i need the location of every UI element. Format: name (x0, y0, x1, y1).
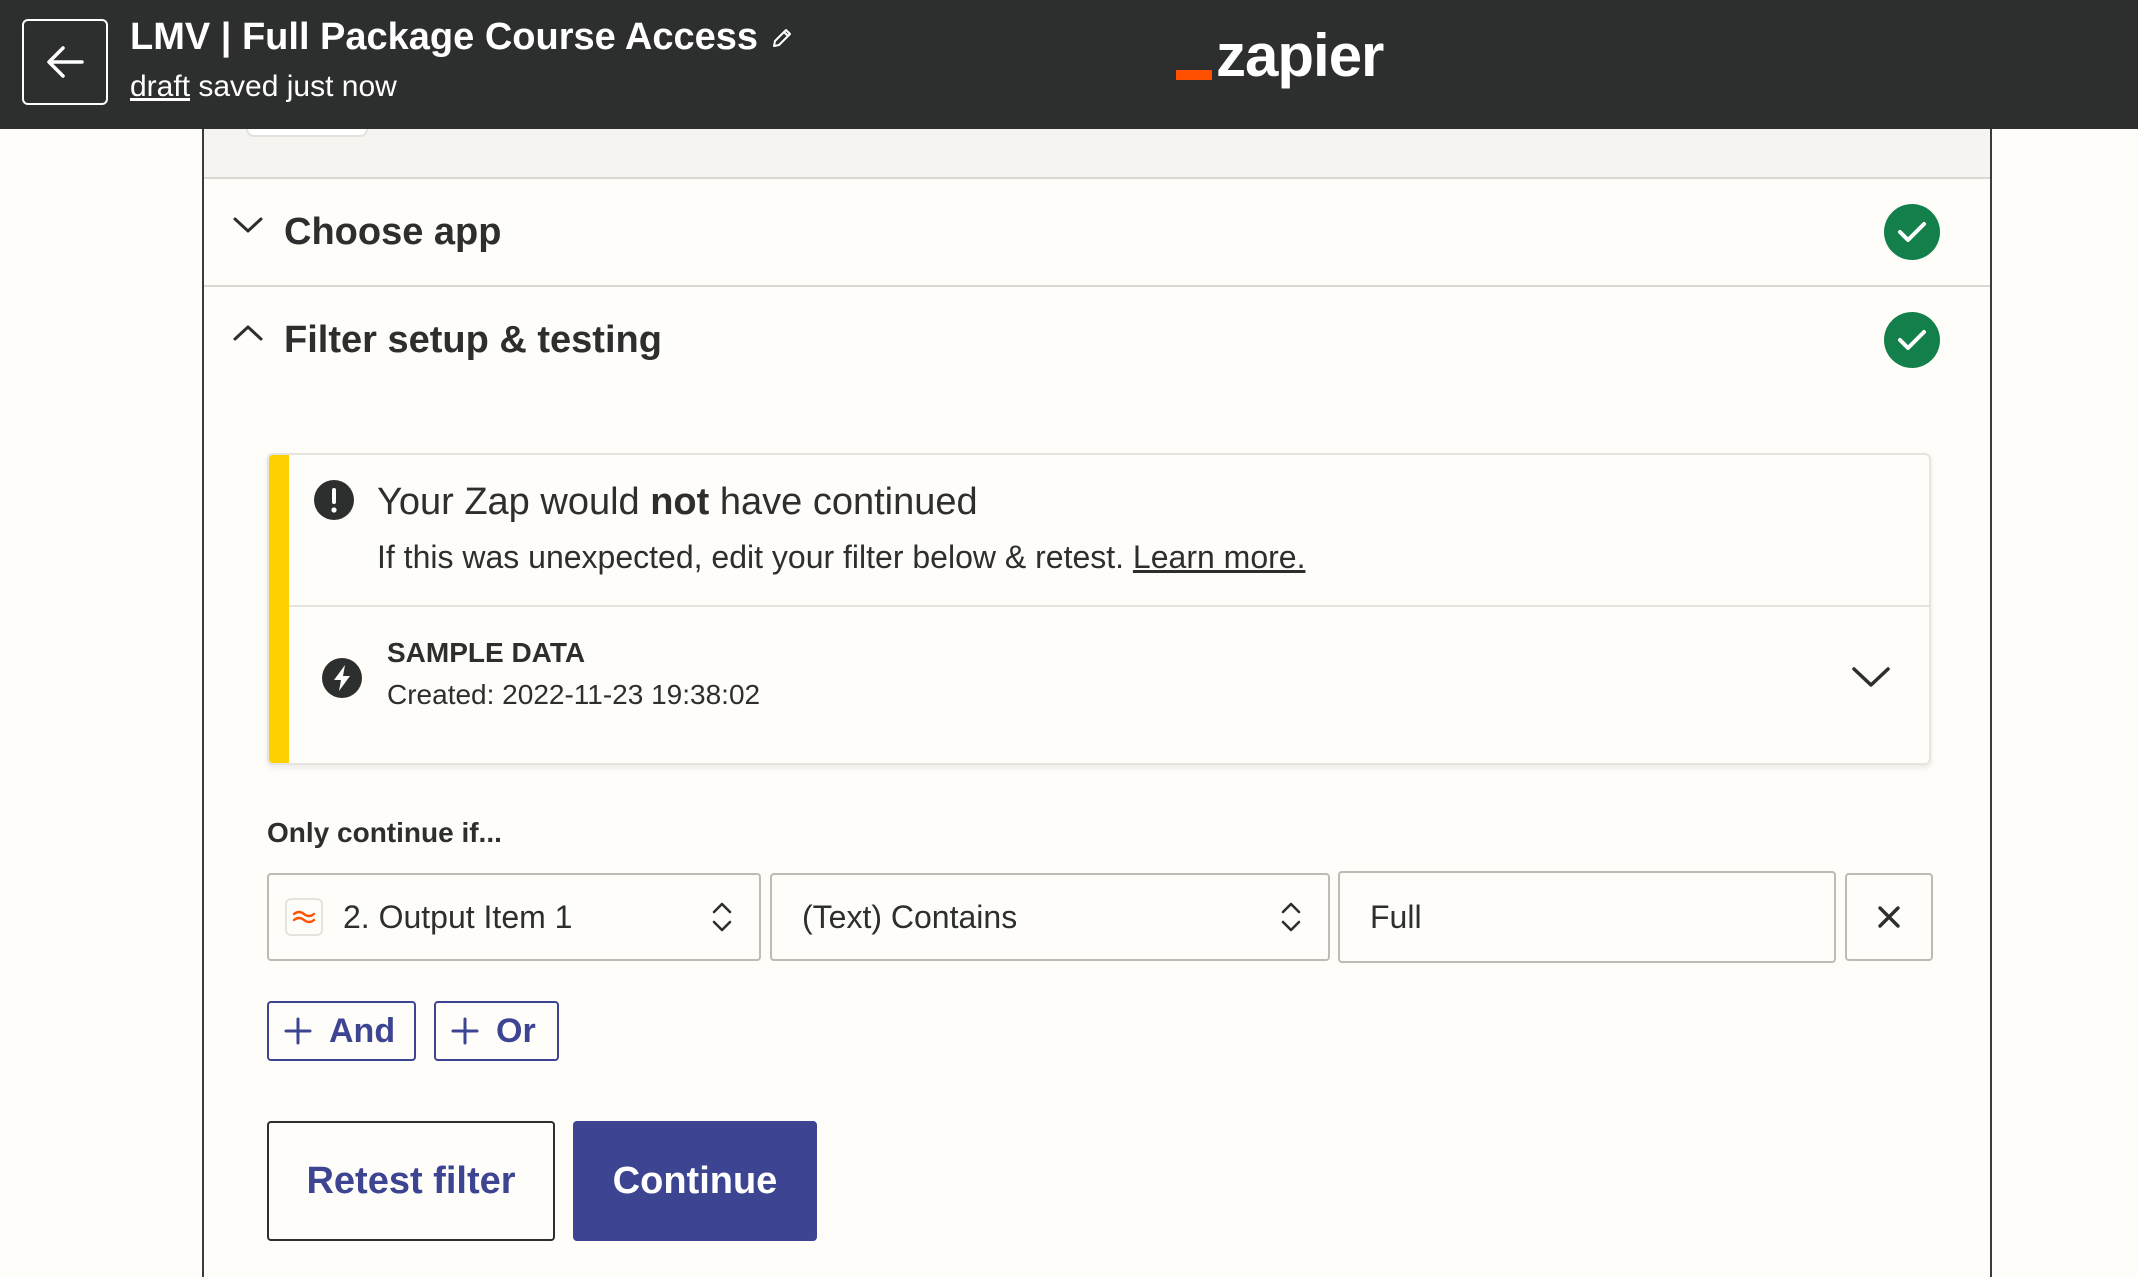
pencil-icon[interactable] (770, 26, 794, 50)
saved-status-text: saved just now (198, 70, 397, 103)
arrow-left-icon (47, 46, 84, 78)
continue-button[interactable]: Continue (573, 1121, 817, 1241)
sample-data-label: SAMPLE DATA (387, 637, 586, 668)
updown-icon (712, 902, 732, 932)
bolt-icon (322, 658, 362, 698)
zap-title[interactable]: LMV | Full Package Course Access (130, 16, 794, 59)
exclamation-icon (314, 480, 354, 520)
step-panel: Choose app Filter setup & testing Your Z… (202, 129, 1992, 1277)
plus-icon (284, 1017, 312, 1045)
learn-more-link[interactable]: Learn more. (1133, 539, 1306, 575)
alert-title-end: have continued (709, 481, 978, 523)
plus-icon (451, 1017, 479, 1045)
operator-select[interactable]: (Text) Contains (770, 873, 1330, 961)
chevron-down-icon[interactable] (1851, 665, 1891, 689)
alert-subtitle: If this was unexpected, edit your filter… (377, 539, 1305, 576)
section-choose-app[interactable]: Choose app (204, 179, 1990, 287)
close-icon (1878, 906, 1900, 928)
section-title-filter-setup: Filter setup & testing (284, 318, 662, 361)
chevron-up-icon (233, 325, 263, 341)
value-input-text: Full (1370, 898, 1422, 935)
back-button[interactable] (22, 19, 108, 105)
alert-subtitle-text: If this was unexpected, edit your filter… (377, 539, 1133, 575)
filter-result-alert: Your Zap would not have continued If thi… (267, 453, 1931, 765)
add-and-label: And (329, 1011, 396, 1050)
retest-filter-button[interactable]: Retest filter (267, 1121, 555, 1241)
chevron-down-icon (233, 217, 263, 233)
step-icon-stub (246, 129, 368, 137)
check-icon (1884, 204, 1940, 260)
value-input[interactable]: Full (1338, 871, 1836, 963)
draft-status: draft saved just now (130, 70, 397, 104)
alert-title-bold: not (650, 481, 710, 523)
section-filter-setup[interactable]: Filter setup & testing (204, 287, 1990, 393)
remove-rule-button[interactable] (1845, 873, 1933, 961)
logo-text: zapier (1216, 22, 1384, 89)
check-icon (1884, 312, 1940, 368)
field-select-value: 2. Output Item 1 (343, 898, 573, 935)
alert-stripe (269, 455, 289, 763)
alert-title: Your Zap would not have continued (377, 481, 978, 524)
zapier-logo[interactable]: zapier (1176, 22, 1384, 89)
field-select[interactable]: 2. Output Item 1 (267, 873, 761, 961)
alert-title-start: Your Zap would (377, 481, 651, 523)
alert-divider (289, 605, 1929, 607)
sample-created-text: Created: 2022-11-23 19:38:02 (387, 679, 761, 710)
draft-link[interactable]: draft (130, 70, 190, 103)
updown-icon (1281, 902, 1301, 932)
logo-accent-bar (1176, 70, 1212, 80)
section-title-choose-app: Choose app (284, 210, 502, 253)
add-or-button[interactable]: Or (434, 1001, 559, 1061)
panel-top-strip (204, 129, 1990, 179)
operator-select-value: (Text) Contains (802, 898, 1018, 935)
formatter-icon (285, 898, 323, 936)
zap-title-text: LMV | Full Package Course Access (130, 16, 759, 58)
top-bar: LMV | Full Package Course Access draft s… (0, 0, 2138, 129)
add-and-button[interactable]: And (267, 1001, 416, 1061)
add-or-label: Or (496, 1011, 536, 1050)
only-continue-label: Only continue if... (267, 817, 502, 848)
